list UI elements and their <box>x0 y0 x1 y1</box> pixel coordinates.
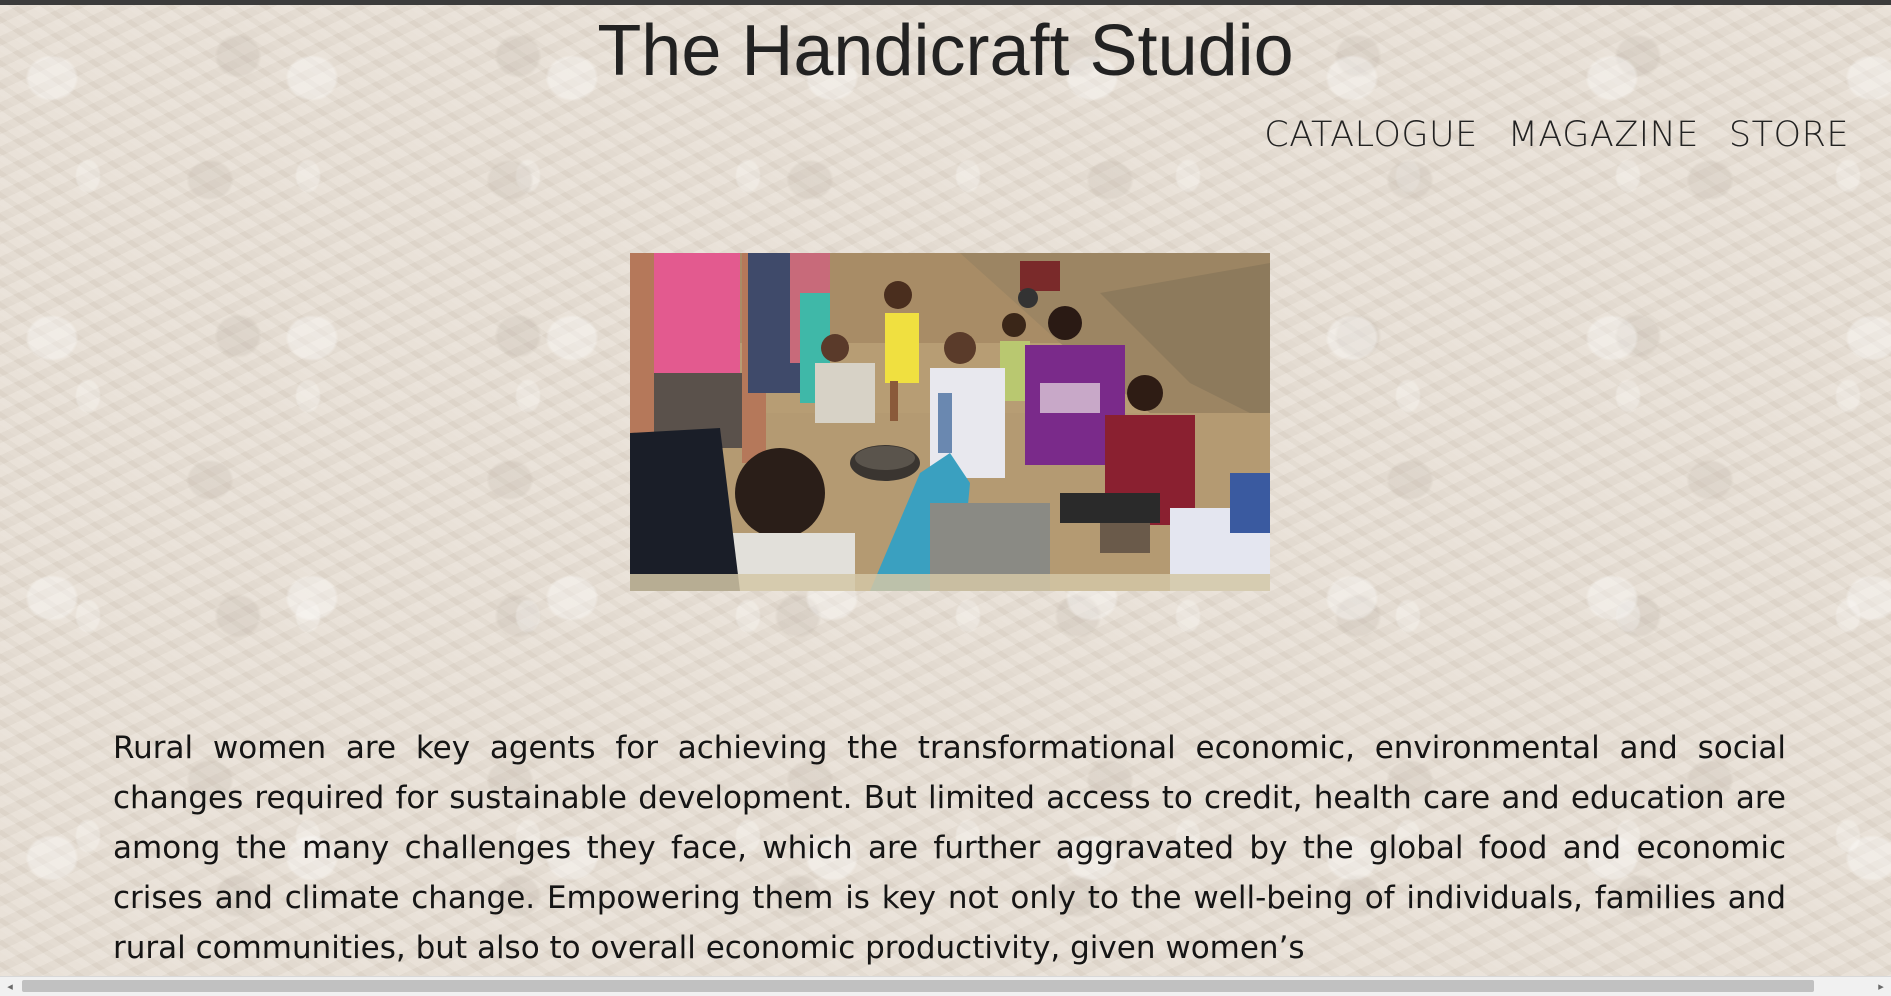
site-header: The Handicraft Studio CATALOGUE MAGAZINE… <box>0 5 1891 155</box>
nav-magazine-link[interactable]: MAGAZINE <box>1508 115 1699 155</box>
hero-photo-rural-women-meeting <box>630 253 1270 591</box>
nav-store-link[interactable]: STORE <box>1729 115 1849 155</box>
horizontal-scrollbar[interactable]: ◂ ▸ <box>0 976 1891 996</box>
photo-illustration <box>630 253 1270 591</box>
scrollbar-thumb[interactable] <box>22 980 1814 992</box>
scroll-right-arrow-icon[interactable]: ▸ <box>1871 977 1891 996</box>
article-paragraph: Rural women are key agents for achieving… <box>113 730 1786 966</box>
main-nav: CATALOGUE MAGAZINE STORE <box>1264 115 1849 155</box>
scroll-left-arrow-icon[interactable]: ◂ <box>0 977 20 996</box>
nav-catalogue-link[interactable]: CATALOGUE <box>1264 115 1477 155</box>
site-title[interactable]: The Handicraft Studio <box>0 9 1891 93</box>
